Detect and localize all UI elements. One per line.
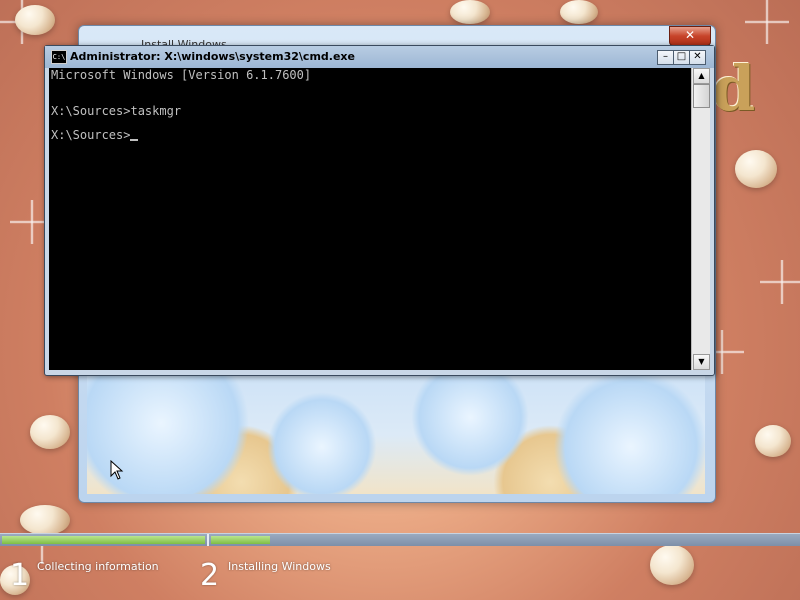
progress-divider <box>207 534 209 546</box>
cmd-window-title: Administrator: X:\windows\system32\cmd.e… <box>70 50 355 63</box>
scrollbar-thumb[interactable] <box>693 84 710 108</box>
step2-progress-fill <box>211 536 270 544</box>
sparkle-decoration <box>760 260 800 304</box>
install-windows-close-button[interactable]: ✕ <box>669 26 711 46</box>
close-button[interactable]: ✕ <box>689 50 706 65</box>
minimize-button[interactable]: – <box>657 50 674 65</box>
console-output[interactable]: Microsoft Windows [Version 6.1.7600] X:\… <box>49 68 691 370</box>
step-label: Installing Windows <box>228 560 331 573</box>
maximize-icon: □ <box>676 51 687 62</box>
cmd-window[interactable]: C:\ Administrator: X:\windows\system32\c… <box>44 45 715 376</box>
chevron-down-icon: ▼ <box>698 357 705 366</box>
pearl-decoration <box>650 545 694 585</box>
close-icon: ✕ <box>684 28 696 42</box>
step-label: Collecting information <box>37 560 159 573</box>
step1-progress-fill <box>2 536 205 544</box>
step-number: 2 <box>200 558 220 593</box>
desktop-background: d Install Windows ✕ C:\ Administrator: X… <box>0 0 800 600</box>
pearl-decoration <box>30 415 70 449</box>
sparkle-decoration <box>745 0 789 44</box>
mouse-pointer-icon <box>110 460 124 480</box>
scroll-up-button[interactable]: ▲ <box>693 68 710 84</box>
pearl-decoration <box>20 505 70 535</box>
cmd-titlebar[interactable]: C:\ Administrator: X:\windows\system32\c… <box>45 46 714 68</box>
pearl-decoration <box>15 5 55 35</box>
decorative-logo-letter: d <box>712 52 756 125</box>
console-prompt: X:\Sources> <box>51 128 131 142</box>
maximize-button[interactable]: □ <box>673 50 690 65</box>
setup-progress-bar <box>0 533 800 546</box>
minimize-icon: – <box>663 51 668 62</box>
text-cursor <box>130 139 139 141</box>
pearl-decoration <box>560 0 598 24</box>
step-number: 1 <box>10 558 30 593</box>
install-windows-background-image <box>87 376 705 494</box>
pearl-decoration <box>755 425 791 457</box>
chevron-up-icon: ▲ <box>698 71 705 80</box>
cmd-app-icon[interactable]: C:\ <box>51 50 67 64</box>
close-icon: ✕ <box>693 51 702 62</box>
pearl-decoration <box>450 0 490 24</box>
console-line: Microsoft Windows [Version 6.1.7600] <box>51 68 312 82</box>
scroll-down-button[interactable]: ▼ <box>693 354 710 370</box>
console-prompt-line[interactable]: X:\Sources> <box>51 128 139 142</box>
console-line: X:\Sources>taskmgr <box>51 104 182 118</box>
vertical-scrollbar[interactable]: ▲ ▼ <box>691 68 710 370</box>
pearl-decoration <box>735 150 777 188</box>
